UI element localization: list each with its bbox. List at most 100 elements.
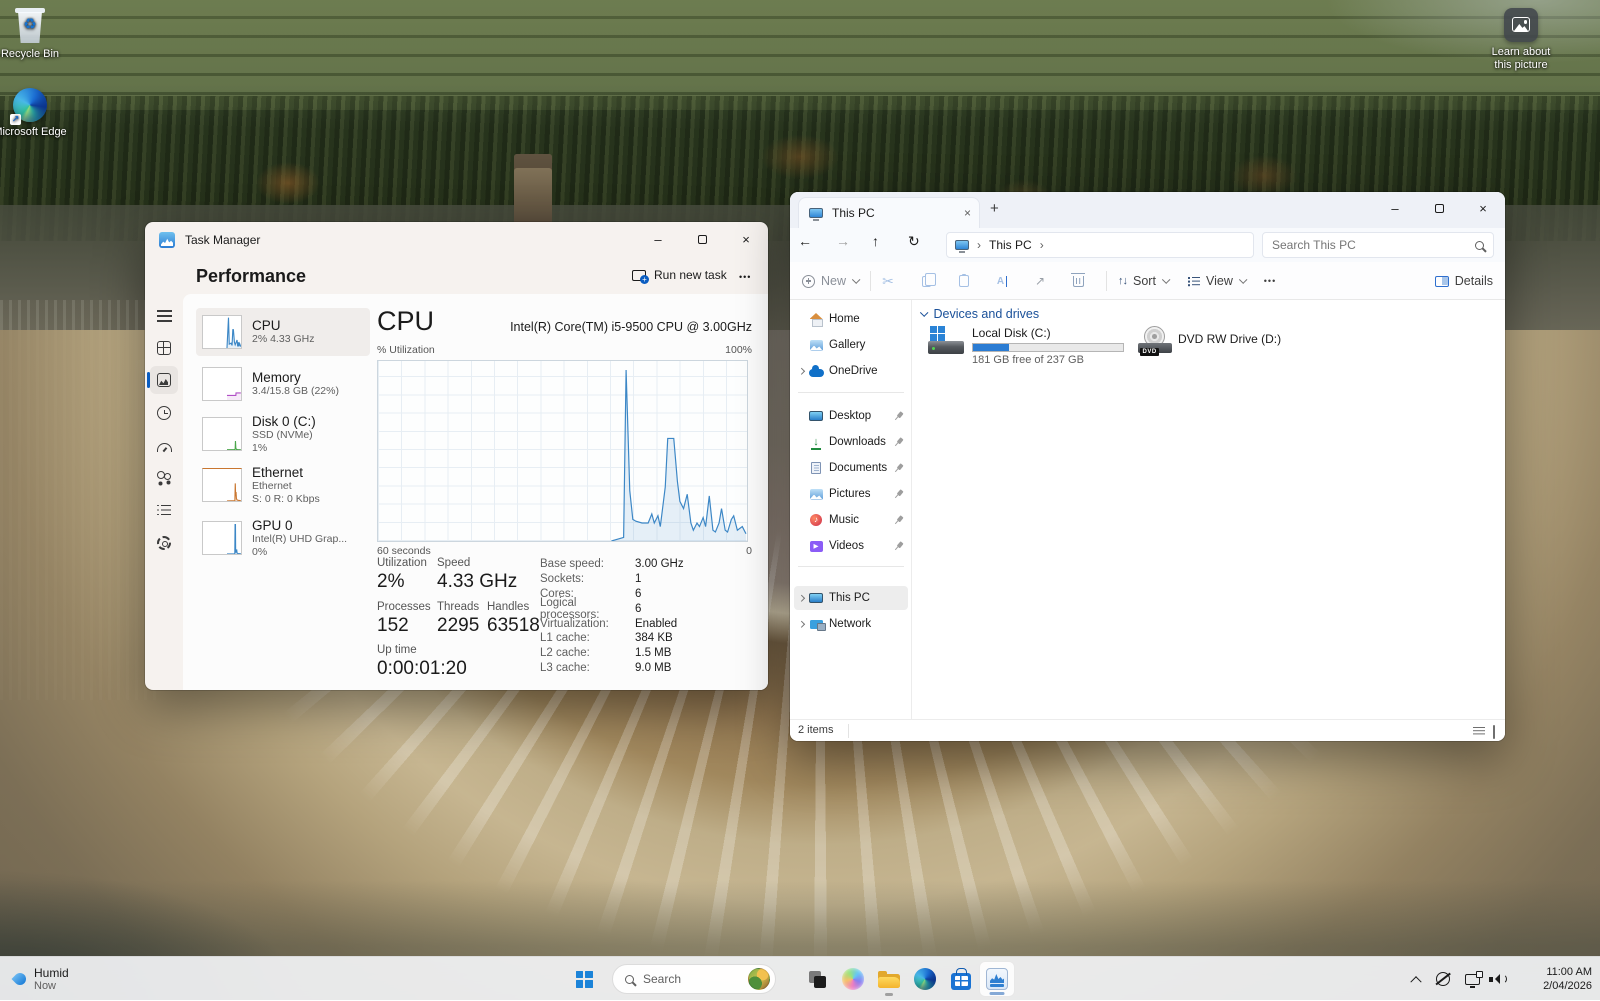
rename-button[interactable]: A (990, 269, 1014, 293)
task-manager-icon (986, 968, 1008, 990)
folder-icon (878, 971, 900, 988)
sidebar-item-home[interactable]: Home (794, 307, 908, 331)
perf-card-memory[interactable]: Memory 3.4/15.8 GB (22%) (196, 360, 370, 408)
sidebar-item-onedrive[interactable]: OneDrive (794, 359, 908, 383)
copy-button[interactable] (914, 269, 938, 293)
sidebar-item-pictures[interactable]: Pictures (794, 482, 908, 506)
new-button[interactable]: New (802, 269, 858, 293)
sidebar-item-desktop[interactable]: Desktop (794, 404, 908, 428)
sort-button[interactable]: ↑↓ Sort (1118, 269, 1167, 293)
minimize-button[interactable]: – (636, 222, 680, 256)
desktop-icon-label: Learn about this picture (1484, 46, 1558, 72)
nav-processes-button[interactable] (150, 334, 178, 362)
taskbar-clock[interactable]: 11:00 AM 2/04/2026 (1543, 965, 1592, 993)
history-clock-icon (157, 406, 171, 420)
nav-app-history-button[interactable] (150, 399, 178, 427)
tray-show-hidden-icons[interactable] (1412, 957, 1420, 1001)
minimize-button[interactable]: – (1373, 192, 1417, 224)
sidebar-item-gallery[interactable]: Gallery (794, 333, 908, 357)
weather-drop-icon (12, 971, 29, 988)
desktop-icon-microsoft-edge[interactable]: ↗ Microsoft Edge (0, 88, 67, 139)
run-new-task-icon (632, 270, 646, 281)
nav-startup-apps-button[interactable] (150, 431, 178, 459)
file-explorer-button[interactable] (871, 961, 907, 997)
tray-network[interactable] (1465, 957, 1480, 1001)
home-icon (810, 313, 823, 325)
cut-button[interactable]: ✂ (876, 269, 900, 293)
taskbar-search[interactable]: Search (612, 964, 776, 994)
tray-volume[interactable] (1489, 957, 1506, 1001)
performance-panel: CPU 2% 4.33 GHz Memory 3.4/15.8 GB (22%)… (183, 294, 768, 690)
start-button[interactable] (566, 961, 602, 997)
nav-users-button[interactable] (150, 463, 178, 491)
view-button[interactable]: View (1188, 269, 1244, 293)
tab-close-icon[interactable]: × (964, 206, 971, 220)
search-input[interactable]: Search This PC (1262, 232, 1494, 258)
nav-menu-button[interactable] (150, 302, 178, 330)
active-app-indicator (990, 992, 1005, 995)
drive-local-disk-c[interactable]: Local Disk (C:) 181 GB free of 237 GB (928, 326, 1134, 372)
recycle-bin-icon: ♻ (15, 8, 45, 44)
explorer-tab-this-pc[interactable]: This PC × (798, 197, 980, 228)
more-options-button[interactable]: ••• (739, 272, 751, 282)
run-new-task-button[interactable]: Run new task (632, 268, 727, 282)
store-button[interactable] (943, 961, 979, 997)
search-highlight-thumbnail (748, 968, 770, 990)
nav-details-button[interactable] (150, 496, 178, 524)
paste-button[interactable] (952, 269, 976, 293)
sidebar-item-this-pc[interactable]: This PC (794, 586, 908, 610)
back-button[interactable]: ← (798, 233, 822, 257)
maximize-button[interactable] (680, 222, 724, 256)
share-button[interactable]: ↗ (1028, 269, 1052, 293)
cpu-model: Intel(R) Core(TM) i5-9500 CPU @ 3.00GHz (510, 320, 752, 334)
search-placeholder: Search This PC (1272, 238, 1356, 252)
task-manager-nav-rail (145, 258, 183, 690)
open-app-indicator (885, 993, 893, 996)
details-pane-button[interactable]: Details (1435, 269, 1493, 293)
stat-label: Processes (377, 601, 431, 613)
forward-button[interactable]: → (836, 233, 860, 257)
nav-performance-button[interactable] (150, 366, 178, 394)
new-tab-button[interactable]: + (990, 200, 999, 217)
address-bar[interactable]: › This PC › (946, 232, 1254, 258)
breadcrumb[interactable]: This PC (989, 238, 1032, 252)
tray-do-not-disturb[interactable] (1436, 957, 1450, 1001)
sidebar-item-music[interactable]: ♪ Music (794, 508, 908, 532)
sidebar-item-downloads[interactable]: ↓ Downloads (794, 430, 908, 454)
refresh-button[interactable]: ↻ (908, 233, 932, 257)
close-button[interactable]: × (724, 222, 768, 256)
more-options-button[interactable]: ••• (1258, 269, 1282, 293)
weather-widget[interactable]: Humid Now (6, 960, 77, 998)
drive-dvd-rw-d[interactable]: DVD DVD RW Drive (D:) (1138, 326, 1318, 372)
window-title: Task Manager (185, 233, 260, 247)
maximize-icon (698, 235, 707, 244)
perf-card-disk[interactable]: Disk 0 (C:) SSD (NVMe) 1% (196, 410, 370, 458)
task-manager-button[interactable] (979, 961, 1015, 997)
sidebar-item-network[interactable]: Network (794, 612, 908, 636)
sidebar-item-documents[interactable]: Documents (794, 456, 908, 480)
this-pc-icon (955, 240, 969, 250)
up-button[interactable]: ↑ (872, 233, 896, 257)
perf-card-gpu[interactable]: GPU 0 Intel(R) UHD Grap... 0% (196, 514, 370, 562)
perf-card-ethernet[interactable]: Ethernet Ethernet S: 0 R: 0 Kbps (196, 461, 370, 509)
copilot-button[interactable] (835, 961, 871, 997)
group-header-devices-and-drives[interactable]: Devices and drives (920, 307, 1039, 321)
desktop-icon-learn-about-picture[interactable]: Learn about this picture (1484, 8, 1558, 72)
delete-button[interactable] (1066, 269, 1090, 293)
task-view-button[interactable] (799, 961, 835, 997)
cpu-utilization-chart (377, 360, 748, 542)
axis-label-utilization: % Utilization (377, 344, 435, 356)
perf-card-cpu[interactable]: CPU 2% 4.33 GHz (196, 308, 370, 356)
close-button[interactable]: × (1461, 192, 1505, 224)
breadcrumb-separator: › (1040, 238, 1044, 252)
maximize-button[interactable] (1417, 192, 1461, 224)
search-placeholder: Search (643, 972, 681, 986)
disk-mini-chart (202, 417, 242, 451)
sidebar-item-videos[interactable]: ▶ Videos (794, 534, 908, 558)
nav-services-button[interactable] (150, 529, 178, 557)
services-icon (157, 536, 171, 550)
desktop-icon-recycle-bin[interactable]: ♻ Recycle Bin (0, 8, 67, 61)
edge-button[interactable] (907, 961, 943, 997)
large-icons-view-toggle[interactable] (1493, 726, 1495, 738)
rename-icon: A (997, 276, 1007, 287)
